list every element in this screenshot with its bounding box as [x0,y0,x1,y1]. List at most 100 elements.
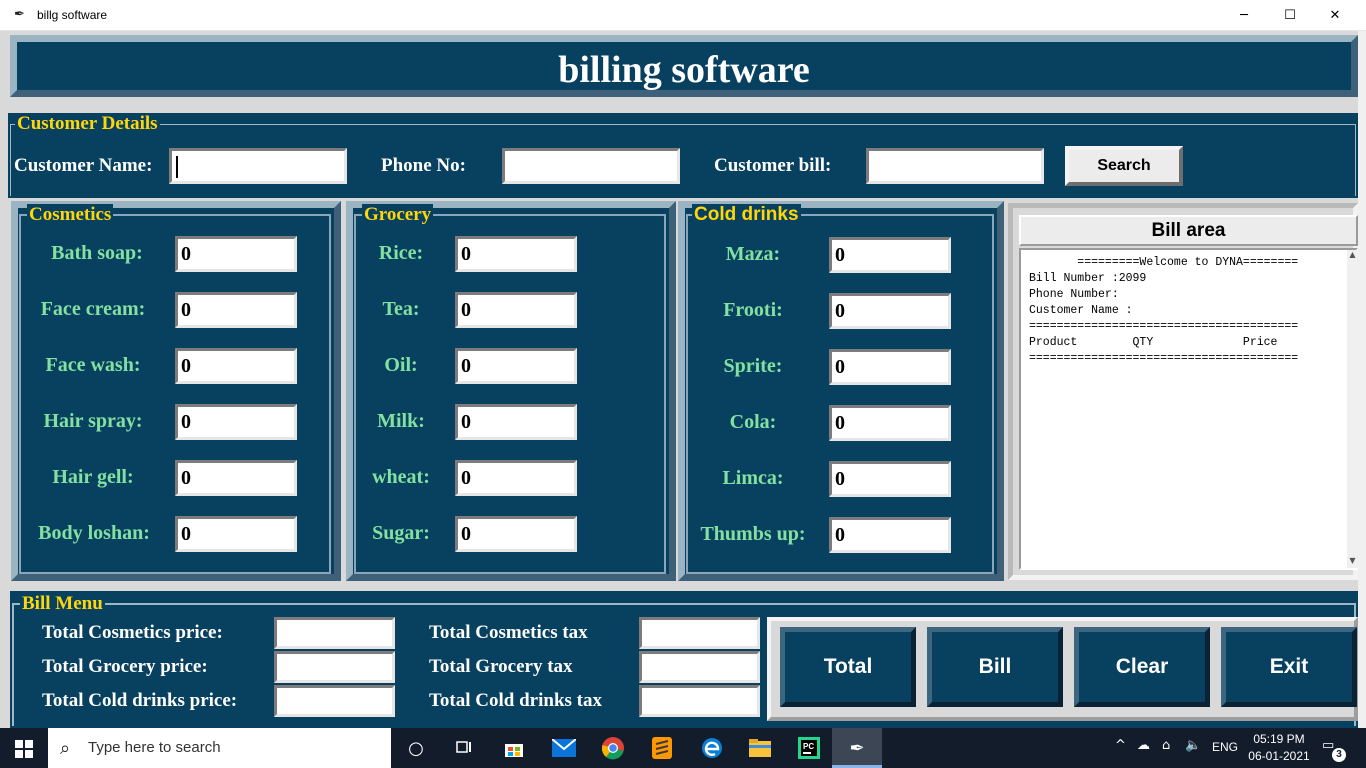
item-label-body-loshan: Body loshan: [38,522,150,544]
volume-icon[interactable]: 🔈 [1185,738,1201,753]
task-view-icon[interactable] [450,734,478,762]
phone-input[interactable] [502,148,680,184]
page-title: billing software [558,49,810,91]
qty-input-cola[interactable]: 0 [829,405,951,441]
qty-input-wheat[interactable]: 0 [455,460,577,496]
clock-date: 06-01-2021 [1248,749,1310,763]
total-cold-drinks-price-label: Total Cold drinks price: [42,690,238,711]
bill-line: ======================================= [1029,320,1299,333]
item-label-face-wash: Face wash: [45,354,141,376]
item-label-bath-soap: Bath soap: [51,242,143,264]
total-cold-drinks-price-input[interactable] [274,685,395,717]
show-hidden-icons-icon[interactable]: ^ [1115,738,1126,753]
qty-input-sugar[interactable]: 0 [455,516,577,552]
qty-input-hair-gell[interactable]: 0 [175,460,297,496]
customer-details-legend: Customer Details [15,113,160,135]
mail-icon[interactable] [550,734,578,762]
item-label-sprite: Sprite: [723,355,783,377]
qty-input-sprite[interactable]: 0 [829,349,951,385]
qty-input-bath-soap[interactable]: 0 [175,236,297,272]
bill-line: Bill Number :2099 [1029,272,1147,285]
notification-badge: 3 [1332,748,1346,762]
item-label-limca: Limca: [722,467,784,489]
scroll-up-icon[interactable]: ▲ [1347,250,1358,262]
item-label-tea: Tea: [382,298,420,320]
item-label-rice: Rice: [378,242,424,264]
scroll-down-icon[interactable]: ▼ [1347,556,1358,568]
pycharm-icon[interactable]: PC [795,734,823,762]
bill-line: Customer Name : [1029,304,1133,317]
qty-input-face-wash[interactable]: 0 [175,348,297,384]
total-cosmetics-price-label: Total Cosmetics price: [42,622,223,643]
feather-icon: ✒ [14,7,25,22]
exit-button[interactable]: Exit [1221,627,1357,707]
search-button[interactable]: Search [1065,146,1183,186]
qty-input-face-cream[interactable]: 0 [175,292,297,328]
cortana-icon[interactable]: ○ [402,734,430,762]
phone-label: Phone No: [381,155,466,176]
bill-line: ======================================= [1029,352,1299,365]
customer-bill-input[interactable] [866,148,1044,184]
python-feather-icon[interactable]: ✒ [843,734,871,762]
file-explorer-icon[interactable] [746,734,774,762]
text-caret [176,156,178,178]
bill-button[interactable]: Bill [927,627,1063,707]
maximize-button[interactable]: ☐ [1267,0,1313,30]
clear-button[interactable]: Clear [1074,627,1210,707]
search-icon: ⌕ [60,738,71,759]
app-header: billing software [10,35,1358,97]
qty-input-body-loshan[interactable]: 0 [175,516,297,552]
total-cosmetics-price-input[interactable] [274,617,395,649]
qty-input-hair-spray[interactable]: 0 [175,404,297,440]
item-label-sugar: Sugar: [372,522,430,544]
item-label-milk: Milk: [377,410,425,432]
language-indicator[interactable]: ENG [1212,740,1238,754]
total-button[interactable]: Total [780,627,916,707]
close-button[interactable]: ✕ [1312,0,1358,30]
bill-line: Product QTY Price [1029,336,1278,349]
bill-line: Phone Number: [1029,288,1119,301]
total-cosmetics-tax-input[interactable] [639,617,760,649]
bill-line: =========Welcome to DYNA======== [1029,256,1299,269]
item-label-oil: Oil: [384,354,418,376]
chrome-icon[interactable] [599,734,627,762]
window-edge [1358,31,1366,728]
bill-text-area[interactable]: =========Welcome to DYNA======== Bill Num… [1019,248,1358,570]
window-title: billg software [37,8,108,22]
qty-input-frooti[interactable]: 0 [829,293,951,329]
qty-input-tea[interactable]: 0 [455,292,577,328]
window-titlebar[interactable] [0,0,1366,31]
qty-input-rice[interactable]: 0 [455,236,577,272]
qty-input-oil[interactable]: 0 [455,348,577,384]
clock[interactable]: 05:19 PM 06-01-2021 [1246,731,1312,765]
total-grocery-price-label: Total Grocery price: [42,656,208,677]
qty-input-maza[interactable]: 0 [829,237,951,273]
edge-icon[interactable] [698,734,726,762]
bill-menu-legend: Bill Menu [20,593,105,615]
windows-start-icon[interactable] [15,740,33,758]
store-icon[interactable] [500,734,528,762]
customer-bill-label: Customer bill: [714,155,832,176]
item-label-maza: Maza: [725,243,781,265]
svg-text:PC: PC [803,742,814,751]
total-grocery-tax-input[interactable] [639,651,760,683]
customer-name-input[interactable] [169,148,347,184]
qty-input-limca[interactable]: 0 [829,461,951,497]
qty-input-thumbs-up[interactable]: 0 [829,517,951,553]
cold-drinks-legend: Cold drinks [692,204,801,226]
total-cold-drinks-tax-input[interactable] [639,685,760,717]
bill-scrollbar[interactable]: ▲ ▼ [1347,250,1358,568]
total-grocery-price-input[interactable] [274,651,395,683]
item-label-frooti: Frooti: [723,299,783,321]
minimize-button[interactable]: ─ [1221,0,1267,30]
bill-area-heading: Bill area [1019,215,1358,246]
network-icon[interactable]: ⌂ [1162,738,1170,753]
item-label-hair-spray: Hair spray: [43,410,143,432]
qty-input-milk[interactable]: 0 [455,404,577,440]
item-label-hair-gell: Hair gell: [52,466,134,488]
sublime-icon[interactable] [648,734,676,762]
item-label-cola: Cola: [729,411,777,433]
total-grocery-tax-label: Total Grocery tax [429,656,573,677]
onedrive-icon[interactable]: ☁ [1137,738,1150,753]
taskbar-search-placeholder: Type here to search [88,739,221,756]
